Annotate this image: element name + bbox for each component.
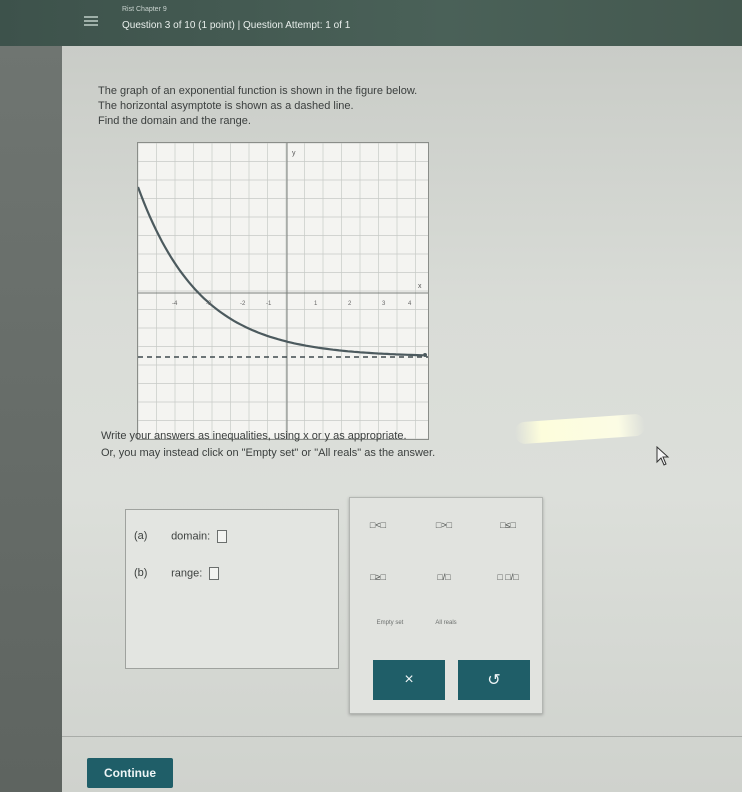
tick-label: 4 bbox=[408, 301, 412, 307]
tick-label: -2 bbox=[240, 301, 246, 307]
question-info: Question 3 of 10 (1 point) | Question At… bbox=[122, 20, 351, 31]
domain-input[interactable] bbox=[217, 530, 228, 543]
left-margin bbox=[0, 46, 62, 792]
greater-than-button[interactable]: □>□ bbox=[422, 510, 466, 540]
curve-arrow-end bbox=[423, 353, 427, 357]
section-title: Rist Chapter 9 bbox=[122, 6, 167, 13]
x-axis-label: x bbox=[418, 283, 422, 290]
domain-label: domain: bbox=[171, 530, 211, 543]
all-reals-button[interactable]: All reals bbox=[424, 608, 468, 638]
problem-line-3: Find the domain and the range. bbox=[98, 115, 251, 127]
mouse-cursor-icon bbox=[656, 446, 670, 466]
exponential-curve bbox=[138, 186, 424, 357]
tick-label: 3 bbox=[382, 301, 386, 307]
footer-divider bbox=[62, 736, 742, 737]
range-label: range: bbox=[171, 567, 203, 580]
problem-line-1: The graph of an exponential function is … bbox=[98, 85, 418, 97]
empty-set-button[interactable]: Empty set bbox=[360, 608, 420, 638]
tick-label: -4 bbox=[172, 301, 178, 307]
tick-label: -3 bbox=[206, 301, 212, 307]
range-input[interactable] bbox=[209, 567, 220, 580]
menu-icon[interactable] bbox=[82, 12, 100, 30]
domain-row: (a) domain: bbox=[134, 530, 228, 543]
clear-button[interactable]: × bbox=[373, 660, 445, 700]
y-axis-label: y bbox=[292, 150, 296, 157]
tick-label: 1 bbox=[314, 301, 318, 307]
problem-statement: The graph of an exponential function is … bbox=[98, 84, 417, 129]
undo-button[interactable]: ↺ bbox=[458, 660, 530, 700]
fraction-button[interactable]: □/□ bbox=[422, 562, 466, 592]
top-header: Rist Chapter 9 Question 3 of 10 (1 point… bbox=[0, 0, 742, 46]
greater-equal-button[interactable]: □≥□ bbox=[356, 562, 400, 592]
instructions: Write your answers as inequalities, usin… bbox=[101, 428, 435, 462]
answer-panel: (a) domain: (b) range: bbox=[125, 509, 339, 669]
graph-canvas: y x -4 -3 -2 -1 1 2 3 4 bbox=[138, 143, 428, 439]
less-equal-button[interactable]: □≤□ bbox=[486, 510, 530, 540]
instruction-line-1: Write your answers as inequalities, usin… bbox=[101, 430, 407, 442]
tick-label: -1 bbox=[266, 301, 272, 307]
exponential-graph: y x -4 -3 -2 -1 1 2 3 4 bbox=[137, 142, 429, 440]
problem-line-2: The horizontal asymptote is shown as a d… bbox=[98, 100, 354, 112]
instruction-line-2: Or, you may instead click on "Empty set"… bbox=[101, 447, 436, 459]
continue-button[interactable]: Continue bbox=[87, 758, 173, 788]
less-than-button[interactable]: □<□ bbox=[356, 510, 400, 540]
tick-label: 2 bbox=[348, 301, 352, 307]
domain-letter: (a) bbox=[134, 530, 148, 543]
range-letter: (b) bbox=[134, 567, 148, 580]
mixed-number-button[interactable]: □ □/□ bbox=[486, 562, 530, 592]
range-row: (b) range: bbox=[134, 567, 220, 580]
